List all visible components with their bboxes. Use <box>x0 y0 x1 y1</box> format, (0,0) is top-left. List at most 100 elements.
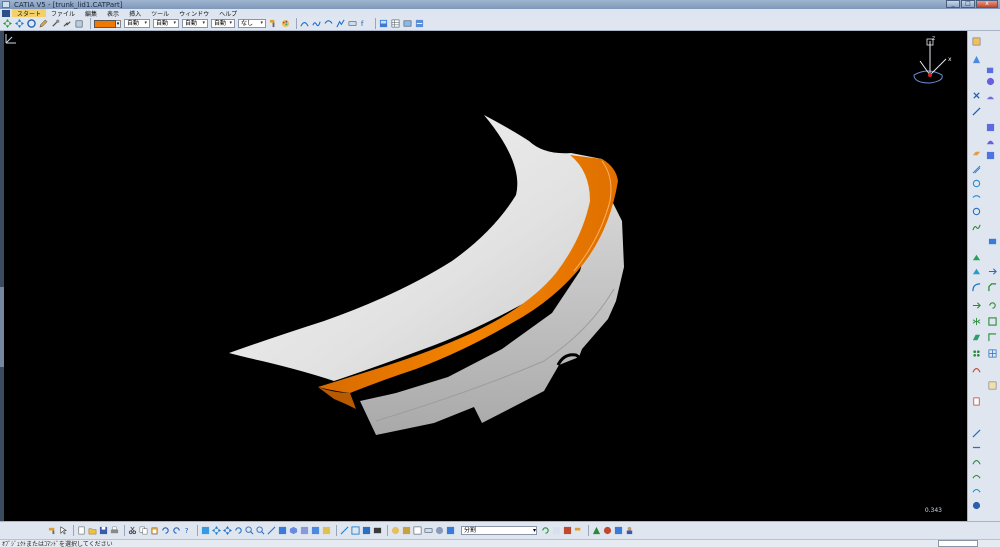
maximize-button[interactable]: □ <box>961 0 975 8</box>
color-palette-icon[interactable] <box>281 19 290 28</box>
sketch-tools-icon[interactable] <box>340 526 349 535</box>
symmetry-icon[interactable] <box>972 317 981 326</box>
update-icon[interactable] <box>541 526 550 535</box>
fit-all-icon[interactable] <box>3 19 12 28</box>
paste-icon[interactable] <box>150 526 159 535</box>
snap-icon[interactable] <box>351 526 360 535</box>
trim-icon[interactable] <box>972 253 981 262</box>
transparency-combo[interactable]: 自動 ▾ <box>124 19 150 28</box>
copy-format-icon[interactable] <box>75 19 84 28</box>
new-file-icon[interactable] <box>77 526 86 535</box>
blend-icon[interactable] <box>986 151 995 160</box>
scaling-icon[interactable] <box>988 317 997 326</box>
sketch-icon[interactable] <box>300 19 309 28</box>
brush-icon[interactable] <box>574 526 583 535</box>
translate-icon[interactable] <box>972 301 981 310</box>
wrench-icon[interactable] <box>51 19 60 28</box>
grid-tool-icon[interactable] <box>614 526 623 535</box>
chevron-down-icon[interactable]: ▾ <box>116 19 121 28</box>
tool-palette-icon[interactable] <box>391 526 400 535</box>
document-icon[interactable] <box>2 9 10 17</box>
model-canvas[interactable]: z x <box>4 31 967 521</box>
formula-tool-icon[interactable] <box>552 526 561 535</box>
open-folder-icon[interactable] <box>88 526 97 535</box>
affinity-icon[interactable] <box>972 333 981 342</box>
extrapolate-icon[interactable] <box>988 267 997 276</box>
circle-icon[interactable] <box>972 207 981 216</box>
normal-view-icon[interactable] <box>267 526 276 535</box>
save-icon[interactable] <box>99 526 108 535</box>
cut-icon[interactable] <box>128 526 137 535</box>
hide-icon[interactable] <box>311 526 320 535</box>
axis-to-axis-icon[interactable] <box>988 333 997 342</box>
compass-tool-icon[interactable] <box>603 526 612 535</box>
copy-icon[interactable] <box>139 526 148 535</box>
hide-show-icon[interactable] <box>415 19 424 28</box>
projection-icon[interactable] <box>972 165 981 174</box>
parameter-icon[interactable] <box>563 526 572 535</box>
offset-icon[interactable] <box>972 193 981 202</box>
zoom-out-icon[interactable] <box>256 526 265 535</box>
view-mode-dropdown[interactable]: 分割 ▾ <box>461 526 537 535</box>
paint-icon[interactable] <box>48 526 57 535</box>
apply-material-icon[interactable] <box>435 526 444 535</box>
fillet-icon[interactable] <box>972 283 981 292</box>
close-button[interactable]: x <box>976 0 998 8</box>
knowledge-icon[interactable] <box>403 19 412 28</box>
line-thickness-combo[interactable]: 自動 ▾ <box>153 19 179 28</box>
spline-icon[interactable] <box>324 19 333 28</box>
table-view-icon[interactable] <box>413 526 422 535</box>
curvature-icon[interactable] <box>972 457 981 466</box>
catia-app-icon[interactable] <box>2 1 10 8</box>
point-icon[interactable] <box>972 91 981 100</box>
pan-icon[interactable] <box>15 19 24 28</box>
pencil-icon[interactable] <box>39 19 48 28</box>
intersection-icon[interactable] <box>972 179 981 188</box>
user-icon[interactable] <box>625 526 634 535</box>
whats-this-icon[interactable]: ? <box>183 526 192 535</box>
curve-icon[interactable] <box>312 19 321 28</box>
fly-icon[interactable] <box>27 19 36 28</box>
pattern-icon[interactable] <box>972 349 981 358</box>
display-icon[interactable] <box>373 526 382 535</box>
revolve-icon[interactable] <box>986 77 995 86</box>
select-icon[interactable] <box>59 526 68 535</box>
analysis-icon[interactable] <box>336 19 345 28</box>
construction-icon[interactable] <box>362 526 371 535</box>
link-icon[interactable] <box>63 19 72 28</box>
print-icon[interactable] <box>110 526 119 535</box>
measure-between-icon[interactable] <box>972 429 981 438</box>
swap-space-icon[interactable] <box>322 526 331 535</box>
3d-viewport[interactable]: z x 0.343 <box>4 31 967 521</box>
law-icon[interactable] <box>972 365 981 374</box>
extrude-icon[interactable] <box>986 65 995 74</box>
line-type-combo[interactable]: 自動 ▾ <box>182 19 208 28</box>
pan-view-icon[interactable] <box>223 526 232 535</box>
iso-view-icon[interactable] <box>289 526 298 535</box>
catalog-icon[interactable] <box>379 19 388 28</box>
sweep-icon[interactable] <box>986 137 995 146</box>
fill-color-swatch[interactable] <box>94 19 116 28</box>
table-icon[interactable] <box>391 19 400 28</box>
measure-item-icon[interactable] <box>972 443 981 452</box>
rotate-icon[interactable] <box>988 301 997 310</box>
fly-mode-icon[interactable] <box>201 526 210 535</box>
painter-icon[interactable] <box>269 19 278 28</box>
connect-curve-icon[interactable] <box>972 223 981 232</box>
workbench-icon[interactable] <box>972 37 981 46</box>
porcupine-icon[interactable] <box>972 485 981 494</box>
rotate-view-icon[interactable] <box>234 526 243 535</box>
shading-icon[interactable] <box>300 526 309 535</box>
command-input[interactable] <box>938 540 978 547</box>
redo-icon[interactable] <box>172 526 181 535</box>
draft-analysis-icon[interactable] <box>972 471 981 480</box>
fit-all-in-icon[interactable] <box>212 526 221 535</box>
measure-icon[interactable] <box>348 19 357 28</box>
surface-icon[interactable] <box>986 93 995 102</box>
rendering-style-combo[interactable]: なし ▾ <box>238 19 266 28</box>
connect-check-icon[interactable] <box>988 381 997 390</box>
measure-tool-icon[interactable] <box>424 526 433 535</box>
fill-icon[interactable] <box>986 123 995 132</box>
compass-widget[interactable]: z x <box>913 35 952 84</box>
line-icon[interactable] <box>972 107 981 116</box>
